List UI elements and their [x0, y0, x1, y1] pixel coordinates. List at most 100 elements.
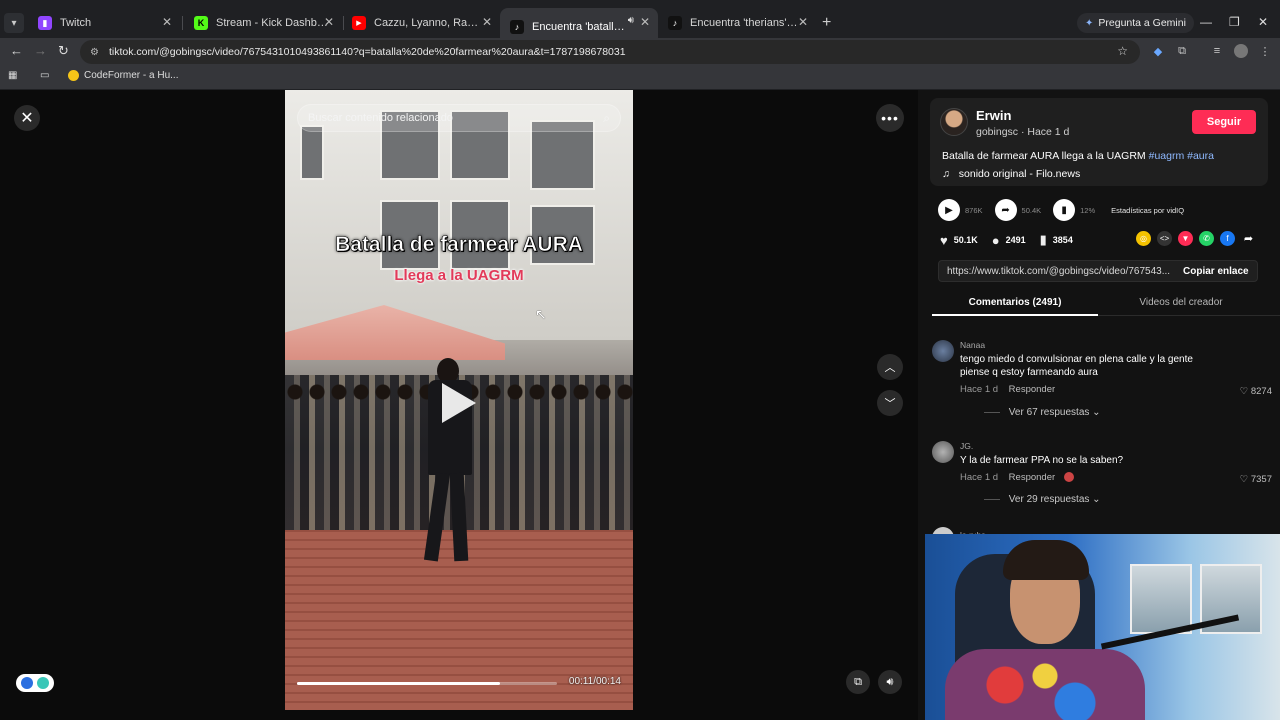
url-field[interactable]: ⚙ tiktok.com/@gobingsc/video/76754310104… [80, 40, 1140, 64]
streamer-hair [1003, 540, 1089, 580]
tab-search-button[interactable]: ▾ [4, 13, 24, 33]
whatsapp-icon[interactable]: ✆ [1199, 231, 1214, 246]
avatar[interactable] [932, 340, 954, 362]
streamer-webcam [925, 534, 1280, 720]
chevron-down-icon: ⌄ [1092, 494, 1101, 505]
bookmark-star-icon[interactable]: ☆ [1117, 44, 1128, 58]
comment-likes[interactable]: ♡ 8274 [1240, 386, 1272, 397]
copy-link-box: https://www.tiktok.com/@gobingsc/video/7… [938, 260, 1258, 282]
hashtags[interactable]: #uagrm #aura [1149, 150, 1214, 162]
bookmark-codeformer[interactable]: CodeFormer - a Hu... [68, 70, 178, 81]
site-settings-icon[interactable]: ⚙ [90, 47, 99, 58]
close-tab-icon[interactable]: ✕ [482, 15, 492, 29]
panel-tabs: Comentarios (2491) Videos del creador [932, 290, 1280, 316]
comment-likes[interactable]: ♡ 7357 [1240, 474, 1272, 485]
avatar[interactable] [940, 108, 968, 136]
tab-tiktok-therians[interactable]: ♪ Encuentra 'therians' en TikTok | ✕ [658, 8, 816, 38]
close-window-icon[interactable]: ✕ [1258, 15, 1268, 29]
vidiq-label[interactable]: Estadísticas por vidIQ [1111, 206, 1184, 215]
heart-outline-icon: ♡ [1239, 386, 1249, 397]
close-tab-icon[interactable]: ✕ [324, 15, 334, 29]
comment-icon[interactable]: ● [992, 233, 1000, 248]
volume-button[interactable]: 🔊︎ [878, 670, 902, 694]
streamer-shirt [945, 649, 1145, 720]
forward-icon[interactable]: → [34, 43, 47, 58]
mouse-cursor-icon: ↖ [535, 306, 547, 322]
address-bar-row: ← → ↻ ⚙ tiktok.com/@gobingsc/video/76754… [0, 38, 1280, 66]
gemini-button[interactable]: ✦ Pregunta a Gemini [1077, 13, 1194, 33]
close-tab-icon[interactable]: ✕ [640, 15, 650, 29]
tab-creator-videos[interactable]: Videos del creador [1098, 297, 1264, 308]
reload-icon[interactable]: ↻ [58, 43, 69, 59]
back-icon[interactable]: ← [10, 43, 23, 58]
play-circle-icon [21, 677, 33, 689]
share-more-icon[interactable]: ➦ [1241, 231, 1256, 246]
play-icon[interactable] [442, 383, 476, 423]
facebook-icon[interactable]: f [1220, 231, 1235, 246]
speaker-icon[interactable]: 🔊︎ [628, 15, 634, 26]
coin-icon[interactable]: ◎ [1136, 231, 1151, 246]
video-time: 00:11/00:14 [568, 676, 621, 687]
power-icon [37, 677, 49, 689]
tab-twitch[interactable]: ▮ Twitch ✕ [28, 8, 180, 38]
view-replies-button[interactable]: Ver 29 respuestas ⌄ [984, 494, 1101, 505]
video-description: Batalla de farmear AURA llega a la UAGRM… [942, 150, 1214, 162]
avatar[interactable] [932, 441, 954, 463]
menu-kebab-icon[interactable]: ⋮ [1258, 44, 1272, 58]
bar-chart-icon: ▮ [1053, 199, 1076, 221]
codeformer-icon [68, 70, 79, 81]
share-options: ◎ <> ▼ ✆ f ➦ [1136, 231, 1262, 246]
media-control-icon[interactable]: ≡ [1210, 44, 1224, 58]
close-tab-icon[interactable]: ✕ [162, 15, 172, 29]
heart-icon[interactable]: ♥ [940, 233, 948, 248]
video-progress-bar[interactable] [297, 682, 557, 685]
extension-icon[interactable]: ◆ [1151, 44, 1165, 58]
folder-icon[interactable]: ▭ [40, 70, 49, 81]
tab-comments[interactable]: Comentarios (2491) [932, 297, 1098, 308]
close-video-button[interactable]: ✕ [14, 105, 40, 131]
share-arrow-icon: ➦ [994, 199, 1017, 221]
follow-button[interactable]: Seguir [1192, 110, 1256, 134]
extensions-puzzle-icon[interactable]: ⧉ [1175, 44, 1189, 58]
video-caption-title: Batalla de farmear AURA [335, 233, 583, 257]
creator-liked-icon [1063, 472, 1074, 483]
apps-grid-icon[interactable]: ▦ [8, 70, 17, 81]
restore-icon[interactable]: ❐ [1229, 15, 1240, 29]
video-progress-fill [297, 682, 500, 685]
more-options-button[interactable]: ••• [876, 104, 904, 132]
twitch-icon: ▮ [38, 16, 52, 30]
video-player[interactable]: Buscar contenido relacionado ⌕ Batalla d… [285, 90, 633, 710]
youtube-icon: ▶ [352, 16, 366, 30]
minimize-icon[interactable]: — [1200, 15, 1212, 29]
search-icon[interactable]: ⌕ [603, 111, 610, 126]
author-card: Erwin gobingsc · Hace 1 d Seguir Batalla… [930, 98, 1268, 186]
tab-kick[interactable]: K Stream - Kick Dashboard ✕ [184, 8, 342, 38]
chevron-down-icon: ⌄ [1092, 407, 1101, 418]
author-meta: gobingsc · Hace 1 d [976, 126, 1070, 138]
send-icon[interactable]: ▼ [1178, 231, 1193, 246]
embed-icon[interactable]: <> [1157, 231, 1172, 246]
copy-link-button[interactable]: Copiar enlace [1183, 266, 1249, 277]
tiktok-icon: ♪ [668, 16, 682, 30]
previous-video-button[interactable]: ︿ [877, 354, 903, 380]
reply-button[interactable]: Responder [1009, 472, 1055, 483]
related-search-field[interactable]: Buscar contenido relacionado ⌕ [297, 104, 621, 132]
music-link[interactable]: ♫ sonido original - Filo.news [942, 168, 1080, 180]
engagement-row: ♥ 50.1K ● 2491 ▮ 3854 [940, 232, 1073, 248]
views-play-icon: ▶ [938, 199, 960, 221]
profile-avatar-icon[interactable] [1234, 44, 1248, 58]
active-tab-underline [932, 314, 1098, 316]
extension-badge[interactable] [16, 674, 54, 692]
bookmark-icon[interactable]: ▮ [1040, 232, 1047, 248]
comment-item: Nanaa tengo miedo d convulsionar en plen… [932, 340, 1272, 425]
share-url[interactable]: https://www.tiktok.com/@gobingsc/video/7… [939, 266, 1175, 277]
reply-button[interactable]: Responder [1009, 384, 1055, 395]
next-video-button[interactable]: ﹀ [877, 390, 903, 416]
new-tab-button[interactable]: + [822, 14, 831, 32]
tab-youtube[interactable]: ▶ Cazzu, Lyanno, Rauw Alejandro ✕ [342, 8, 500, 38]
view-replies-button[interactable]: Ver 67 respuestas ⌄ [984, 407, 1101, 418]
picture-in-picture-button[interactable]: ⧉ [846, 670, 870, 694]
author-name[interactable]: Erwin [976, 108, 1011, 123]
close-tab-icon[interactable]: ✕ [798, 15, 808, 29]
tiktok-icon: ♪ [510, 20, 524, 34]
